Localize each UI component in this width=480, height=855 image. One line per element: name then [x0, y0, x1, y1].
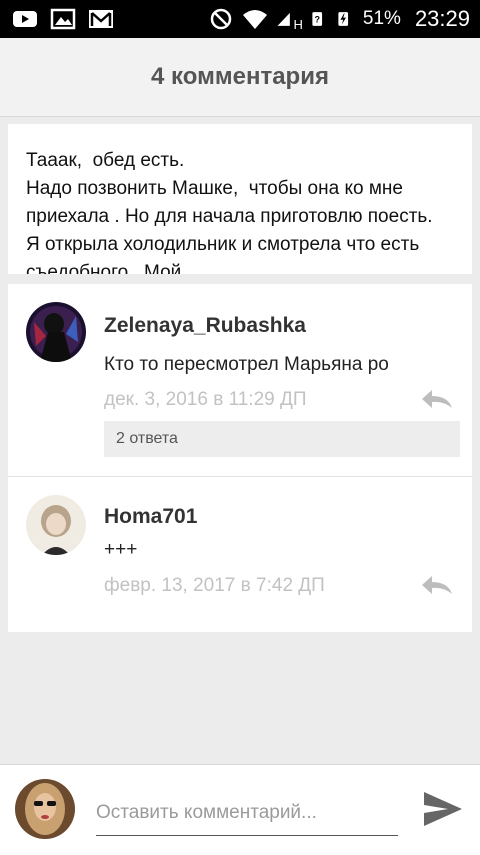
gmail-icon — [89, 10, 113, 28]
gallery-icon — [50, 8, 76, 30]
reply-icon[interactable] — [420, 388, 454, 410]
comment-item: Zelenaya_Rubashka Кто то пересмотрел Мар… — [8, 284, 472, 477]
comments-header: 4 комментария — [0, 38, 480, 117]
avatar — [15, 779, 75, 839]
reply-icon[interactable] — [420, 574, 454, 596]
battery-percent: 51% — [362, 8, 401, 29]
network-type-label: H — [293, 16, 303, 32]
comment-author[interactable]: Zelenaya_Rubashka — [104, 314, 306, 338]
sim-unknown-icon: ? — [312, 12, 322, 26]
comment-input-bar — [0, 764, 480, 855]
replies-button[interactable]: 2 ответа — [104, 421, 460, 457]
svg-text:?: ? — [314, 14, 320, 24]
avatar[interactable] — [26, 302, 86, 362]
replies-count: 2 ответа — [116, 430, 178, 447]
comment-date: дек. 3, 2016 в 11:29 ДП — [104, 389, 307, 410]
comment-text: +++ — [104, 539, 138, 560]
page-title: 4 комментария — [151, 63, 329, 90]
charging-icon — [338, 12, 348, 26]
comment-item: Homa701 +++ февр. 13, 2017 в 7:42 ДП — [8, 477, 472, 632]
avatar[interactable] — [26, 495, 86, 555]
send-icon[interactable] — [420, 789, 464, 829]
comment-author[interactable]: Homa701 — [104, 505, 197, 529]
youtube-icon — [13, 11, 37, 27]
clock-time: 23:29 — [414, 6, 470, 31]
wifi-icon — [242, 10, 267, 29]
comment-date: февр. 13, 2017 в 7:42 ДП — [104, 575, 325, 596]
comment-input[interactable] — [96, 791, 398, 836]
post-excerpt-text: Тааак, обед есть. Надо позвонить Машке, … — [26, 150, 433, 274]
do-not-disturb-icon — [210, 8, 231, 30]
comments-list: Zelenaya_Rubashka Кто то пересмотрел Мар… — [8, 284, 472, 632]
status-bar: H ? 51% 23:29 — [0, 0, 480, 38]
post-excerpt[interactable]: Тааак, обед есть. Надо позвонить Машке, … — [8, 124, 472, 274]
comment-text: Кто то пересмотрел Марьяна ро — [104, 354, 389, 375]
signal-icon — [277, 12, 290, 26]
